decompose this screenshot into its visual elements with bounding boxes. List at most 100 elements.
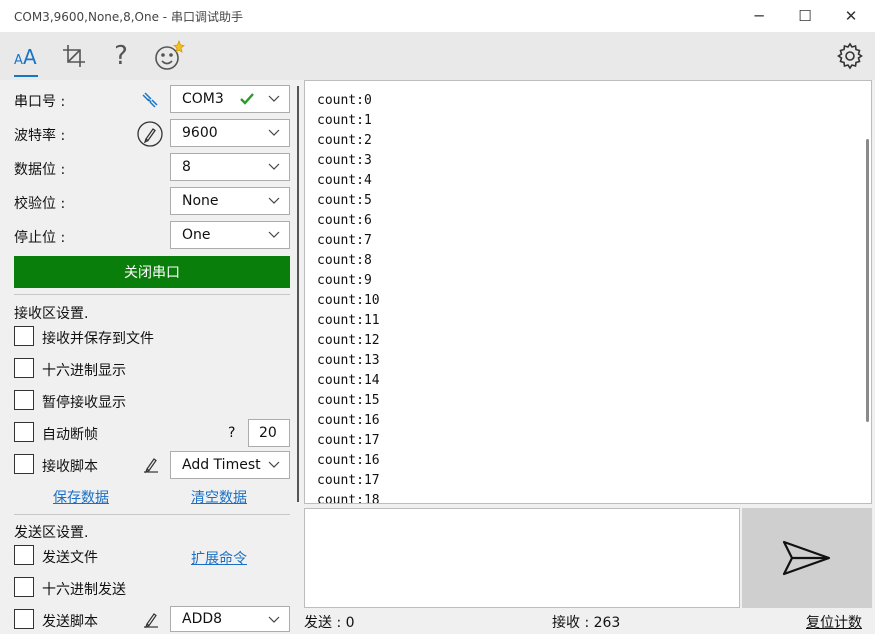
parity-value: None — [182, 193, 219, 209]
hex-send-checkbox[interactable] — [14, 577, 34, 597]
chevron-down-icon — [268, 197, 280, 204]
recv-script-label: 接收脚本 — [42, 459, 98, 475]
recv-script-value: Add Timest — [182, 457, 261, 473]
receive-line: count:3 — [317, 153, 372, 168]
smiley-icon[interactable] — [151, 38, 187, 74]
hex-send-label: 十六进制发送 — [42, 582, 126, 598]
receive-line: count:15 — [317, 393, 380, 408]
receive-line: count:11 — [317, 313, 380, 328]
svg-text:A: A — [14, 53, 23, 68]
svg-text:A: A — [23, 45, 37, 69]
active-tool-indicator — [14, 75, 38, 77]
chevron-down-icon — [268, 95, 280, 102]
receive-text-area[interactable]: count:0 count:1 count:2 count:3 count:4 count… — [304, 80, 872, 504]
baud-value: 9600 — [182, 125, 218, 141]
receive-line: count:17 — [317, 433, 380, 448]
baud-label: 波特率 : — [14, 128, 66, 144]
send-settings-header: 发送区设置. — [14, 525, 89, 541]
clear-data-link[interactable]: 清空数据 — [191, 487, 247, 507]
panel-splitter[interactable] — [297, 86, 299, 502]
send-file-checkbox[interactable] — [14, 545, 34, 565]
save-data-link[interactable]: 保存数据 — [53, 487, 109, 507]
receive-line: count:14 — [317, 373, 380, 388]
auto-frame-checkbox[interactable] — [14, 422, 34, 442]
databits-value: 8 — [182, 159, 191, 175]
received-count: 接收 : 263 — [552, 615, 621, 631]
chevron-down-icon — [268, 231, 280, 238]
maximize-button[interactable]: ☐ — [782, 0, 828, 32]
send-script-edit-icon[interactable] — [142, 611, 160, 633]
chevron-down-icon — [268, 163, 280, 170]
receive-settings-header: 接收区设置. — [14, 306, 89, 322]
chevron-down-icon — [268, 129, 280, 136]
stopbits-select[interactable]: One — [170, 221, 290, 249]
extend-command-link[interactable]: 扩展命令 — [191, 548, 247, 568]
send-script-select[interactable]: ADD8 — [170, 606, 290, 632]
port-label: 串口号 : — [14, 94, 66, 110]
sent-count: 发送 : 0 — [304, 615, 355, 631]
hex-display-checkbox[interactable] — [14, 358, 34, 378]
crop-icon[interactable] — [56, 38, 92, 74]
recv-script-checkbox[interactable] — [14, 454, 34, 474]
help-glyph: ? — [114, 41, 128, 71]
send-script-label: 发送脚本 — [42, 614, 98, 630]
receive-scrollbar[interactable] — [866, 139, 869, 422]
port-value: COM3 — [182, 91, 224, 107]
divider — [14, 514, 290, 515]
receive-line: count:7 — [317, 233, 372, 248]
receive-line: count:10 — [317, 293, 380, 308]
auto-frame-value: 20 — [259, 425, 277, 441]
chevron-down-icon — [268, 461, 280, 468]
baud-select[interactable]: 9600 — [170, 119, 290, 147]
save-to-file-checkbox[interactable] — [14, 326, 34, 346]
databits-label: 数据位 : — [14, 162, 66, 178]
recv-script-select[interactable]: Add Timest — [170, 451, 290, 479]
port-select[interactable]: COM3 — [170, 85, 290, 113]
close-port-button[interactable]: 关闭串口 — [14, 256, 290, 288]
send-button[interactable] — [742, 508, 872, 608]
send-script-value: ADD8 — [182, 611, 223, 627]
send-file-label: 发送文件 — [42, 550, 98, 566]
recv-script-edit-icon[interactable] — [142, 456, 160, 478]
databits-select[interactable]: 8 — [170, 153, 290, 181]
port-scan-icon[interactable] — [140, 90, 160, 114]
receive-line: count:16 — [317, 453, 380, 468]
font-size-icon[interactable]: A A — [8, 38, 44, 74]
receive-line: count:5 — [317, 193, 372, 208]
pause-display-label: 暂停接收显示 — [42, 395, 126, 411]
receive-line: count:9 — [317, 273, 372, 288]
save-to-file-label: 接收并保存到文件 — [42, 331, 154, 347]
help-icon[interactable]: ? — [103, 38, 139, 74]
reset-count-link[interactable]: 复位计数 — [806, 612, 862, 632]
chevron-down-icon — [268, 616, 280, 623]
receive-lines: count:0 count:1 count:2 count:3 count:4 count… — [317, 91, 380, 504]
receive-line: count:12 — [317, 333, 380, 348]
parity-select[interactable]: None — [170, 187, 290, 215]
check-icon — [240, 93, 254, 105]
receive-line: count:0 — [317, 93, 372, 108]
receive-line: count:6 — [317, 213, 372, 228]
receive-line: count:1 — [317, 113, 372, 128]
receive-line: count:18 — [317, 493, 380, 504]
send-input[interactable] — [304, 508, 740, 608]
baud-edit-icon[interactable] — [136, 120, 164, 152]
minimize-button[interactable]: ─ — [736, 0, 782, 32]
hex-display-label: 十六进制显示 — [42, 363, 126, 379]
divider — [14, 294, 290, 295]
receive-line: count:8 — [317, 253, 372, 268]
receive-line: count:17 — [317, 473, 380, 488]
stopbits-value: One — [182, 227, 211, 243]
close-button[interactable]: ✕ — [828, 0, 874, 32]
receive-line: count:16 — [317, 413, 380, 428]
receive-line: count:13 — [317, 353, 380, 368]
receive-line: count:2 — [317, 133, 372, 148]
stopbits-label: 停止位 : — [14, 230, 66, 246]
gear-icon[interactable] — [832, 38, 868, 74]
auto-frame-input[interactable]: 20 — [248, 419, 290, 447]
window-title: COM3,9600,None,8,One - 串口调试助手 — [14, 10, 243, 24]
pause-display-checkbox[interactable] — [14, 390, 34, 410]
parity-label: 校验位 : — [14, 196, 66, 212]
receive-line: count:4 — [317, 173, 372, 188]
send-script-checkbox[interactable] — [14, 609, 34, 629]
auto-frame-help[interactable]: ? — [228, 425, 235, 441]
